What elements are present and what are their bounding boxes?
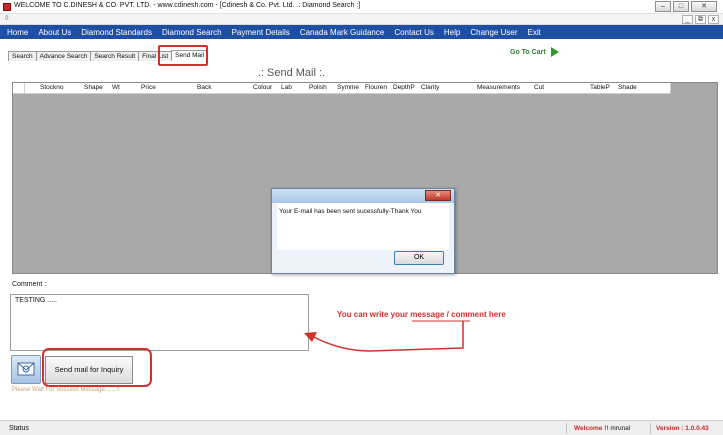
status-divider [650, 423, 651, 434]
welcome-message: Welcome !! mrunal [574, 425, 630, 432]
menu-canada-mark-guidance[interactable]: Canada Mark Guidance [295, 28, 390, 37]
mdi-restore-button[interactable]: ⧉ [695, 15, 706, 24]
go-to-cart-link[interactable]: Go To Cart [510, 47, 559, 57]
tab-search-result[interactable]: Search Result [90, 51, 140, 61]
status-bar: Status Welcome !! mrunal Version : 1.0.0… [0, 420, 723, 435]
menu-payment-details[interactable]: Payment Details [227, 28, 295, 37]
username: mrunal [610, 425, 631, 432]
menu-about-us[interactable]: About Us [33, 28, 76, 37]
success-dialog: ✕ Your E-mail has been sent sucessfully-… [271, 188, 455, 274]
menu-help[interactable]: Help [439, 28, 465, 37]
menu-diamond-search[interactable]: Diamond Search [157, 28, 227, 37]
play-arrow-icon [550, 47, 559, 57]
welcome-label: Welcome !! [574, 425, 609, 432]
status-divider [566, 423, 567, 434]
column-header[interactable]: Price [141, 84, 156, 91]
dialog-ok-button[interactable]: OK [394, 251, 444, 265]
column-header[interactable]: Shade [618, 84, 637, 91]
maximize-button[interactable]: □ [673, 1, 689, 12]
column-header[interactable]: Polish [309, 84, 327, 91]
tab-search[interactable]: Search [8, 51, 37, 61]
menu-contact-us[interactable]: Contact Us [389, 28, 439, 37]
column-header[interactable]: Symme [337, 84, 359, 91]
minimize-button[interactable]: – [655, 1, 671, 12]
column-header[interactable]: Shape [84, 84, 103, 91]
column-header[interactable]: Stockno [40, 84, 64, 91]
column-header[interactable]: Back [197, 84, 211, 91]
mail-icon [11, 355, 41, 384]
window-title: WELCOME TO C.DINESH & CO. PVT. LTD. - ww… [14, 2, 361, 9]
page-title: .: Send Mail :. [257, 67, 326, 79]
go-to-cart-label: Go To Cart [510, 48, 546, 56]
app-icon [3, 3, 11, 11]
column-header[interactable]: Wt [112, 84, 120, 91]
menu-bar: Home About Us Diamond Standards Diamond … [0, 25, 723, 39]
dialog-message: Your E-mail has been sent sucessfully-Th… [279, 208, 422, 215]
version-label: Version : 1.0.0.43 [656, 425, 709, 432]
dialog-close-button[interactable]: ✕ [425, 190, 451, 201]
envelope-icon [17, 362, 35, 376]
column-header[interactable]: Lab [281, 84, 292, 91]
comment-textarea[interactable]: TESTING ..... [10, 294, 309, 351]
send-button-highlight-annotation [42, 348, 152, 387]
mdi-control-bar: ◊ _ ⧉ x [0, 14, 723, 25]
column-header[interactable]: Colour [253, 84, 272, 91]
mdi-document-icon: ◊ [5, 15, 9, 22]
column-header[interactable]: Clarity [421, 84, 439, 91]
grid-header: Stockno Shape Wt Price Back Colour Lab P… [13, 83, 671, 94]
mdi-close-button[interactable]: x [708, 15, 719, 24]
column-header[interactable]: TableP [590, 84, 616, 91]
column-header[interactable]: Cut [534, 84, 544, 91]
menu-home[interactable]: Home [0, 28, 33, 37]
column-header[interactable]: DepthP [393, 84, 415, 91]
column-header[interactable]: Flouren [365, 84, 387, 91]
window-titlebar: WELCOME TO C.DINESH & CO. PVT. LTD. - ww… [0, 0, 723, 14]
comment-label: Comment : [12, 281, 47, 288]
close-button[interactable]: ✕ [691, 1, 717, 12]
menu-diamond-standards[interactable]: Diamond Standards [76, 28, 157, 37]
annotation-arrow-path [311, 321, 464, 352]
column-header[interactable]: Measurements [477, 84, 520, 91]
annotation-arrow [304, 320, 470, 352]
status-label: Status [9, 425, 29, 432]
menu-exit[interactable]: Exit [522, 28, 545, 37]
tab-highlight-annotation [158, 45, 208, 66]
mdi-minimize-button[interactable]: _ [682, 15, 693, 24]
menu-change-user[interactable]: Change User [465, 28, 522, 37]
tab-advance-search[interactable]: Advance Search [35, 51, 92, 61]
wait-message: Please Wait For Success Message.......!! [12, 387, 120, 393]
grid-row-header [13, 83, 25, 94]
